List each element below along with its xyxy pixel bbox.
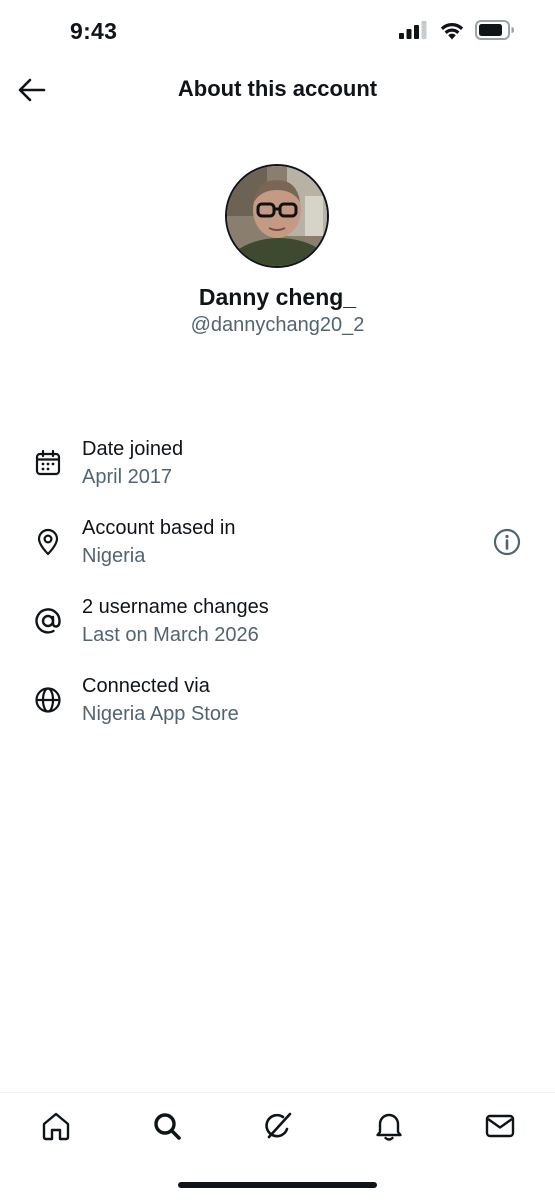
- messages-icon: [485, 1114, 515, 1138]
- nav-home[interactable]: [39, 1109, 73, 1143]
- info-value: April 2017: [82, 466, 173, 488]
- avatar: [225, 164, 329, 268]
- at-sign-icon: [35, 608, 61, 634]
- grok-icon: [265, 1112, 292, 1139]
- page-title: About this account: [177, 76, 378, 101]
- nav-messages[interactable]: [483, 1109, 517, 1143]
- username-handle: @dannychang20_2: [190, 314, 365, 336]
- status-icons: [399, 20, 515, 40]
- notifications-icon: [376, 1113, 402, 1141]
- profile-photo: [227, 166, 327, 266]
- calendar-icon: [35, 449, 61, 476]
- status-time: 9:43: [70, 18, 118, 44]
- search-icon: [154, 1113, 181, 1140]
- nav-search[interactable]: [150, 1109, 184, 1143]
- display-name: Danny cheng_: [198, 284, 357, 310]
- header: About this account: [0, 66, 555, 114]
- battery-icon: [475, 20, 514, 40]
- info-row-username-changes: 2 username changes Last on March 2026: [0, 588, 555, 667]
- info-title: Date joined: [82, 438, 184, 460]
- home-icon: [42, 1112, 70, 1141]
- cellular-signal-icon: [399, 21, 427, 39]
- wifi-icon: [440, 22, 464, 39]
- info-value: Last on March 2026: [82, 624, 259, 646]
- info-row-connected-via: Connected via Nigeria App Store: [0, 667, 555, 746]
- home-indicator[interactable]: [178, 1182, 377, 1188]
- nav-grok[interactable]: [261, 1109, 295, 1143]
- info-icon: [493, 528, 521, 556]
- location-info-button[interactable]: [492, 527, 522, 557]
- info-title: Account based in: [82, 517, 236, 539]
- nav-notifications[interactable]: [372, 1109, 406, 1143]
- info-title: 2 username changes: [82, 596, 269, 618]
- status-bar: 9:43: [0, 0, 555, 66]
- account-info-list: Date joined April 2017 Account based in …: [0, 430, 555, 746]
- globe-icon: [35, 687, 61, 713]
- info-row-account-based-in: Account based in Nigeria: [0, 509, 555, 588]
- info-row-date-joined: Date joined April 2017: [0, 430, 555, 509]
- location-pin-icon: [37, 528, 59, 556]
- info-value: Nigeria: [82, 545, 146, 567]
- info-title: Connected via: [82, 675, 210, 697]
- info-value: Nigeria App Store: [82, 703, 239, 725]
